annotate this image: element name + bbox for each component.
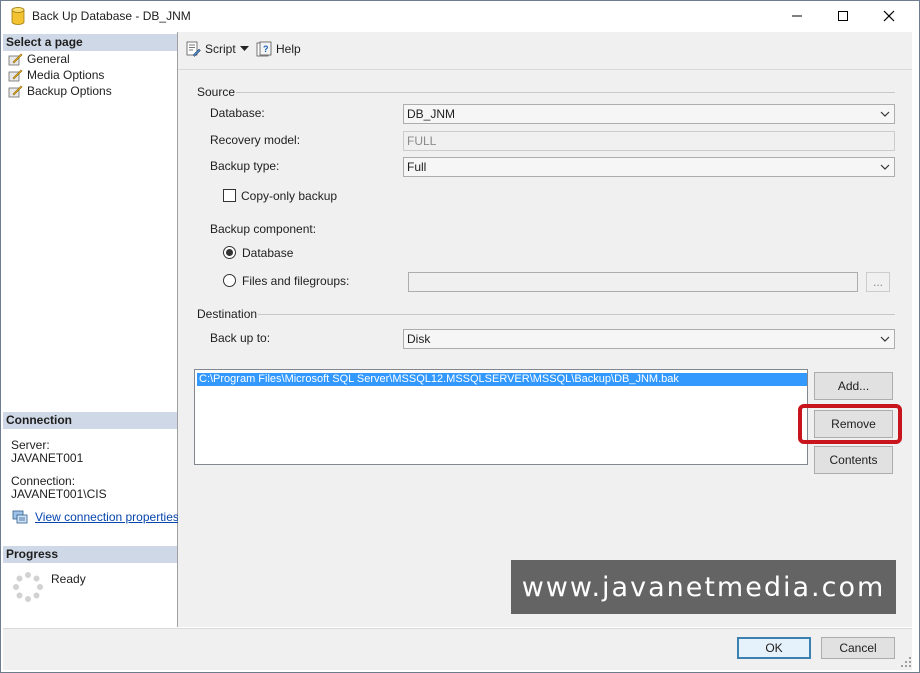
add-button[interactable]: Add... bbox=[814, 372, 893, 400]
page-item-label: Backup Options bbox=[27, 84, 112, 98]
destination-divider bbox=[258, 314, 895, 315]
component-database-radio[interactable] bbox=[223, 246, 236, 259]
component-files-label: Files and filegroups: bbox=[242, 274, 350, 288]
database-label: Database: bbox=[210, 106, 265, 120]
connection-properties-icon bbox=[12, 510, 28, 524]
server-value: JAVANET001 bbox=[11, 451, 84, 465]
destination-group-label: Destination bbox=[197, 307, 258, 321]
page-item-label: General bbox=[27, 52, 70, 66]
minimize-button[interactable] bbox=[774, 1, 820, 31]
view-connection-properties-link[interactable]: View connection properties bbox=[35, 510, 179, 524]
page-item-backup-options[interactable]: Backup Options bbox=[8, 83, 112, 99]
component-files-radio[interactable] bbox=[223, 274, 236, 287]
backup-type-select[interactable]: Full bbox=[403, 157, 895, 177]
database-value: DB_JNM bbox=[407, 107, 456, 121]
help-button[interactable]: ? Help bbox=[256, 40, 301, 58]
ok-button[interactable]: OK bbox=[737, 637, 811, 659]
filegroups-field bbox=[408, 272, 858, 292]
backup-type-label: Backup type: bbox=[210, 159, 280, 173]
script-label: Script bbox=[205, 42, 236, 56]
page-item-general[interactable]: General bbox=[8, 51, 70, 67]
destination-list[interactable]: C:\Program Files\Microsoft SQL Server\MS… bbox=[194, 369, 808, 465]
close-icon bbox=[883, 10, 895, 22]
page-icon bbox=[8, 53, 23, 65]
connection-heading: Connection bbox=[3, 412, 177, 429]
radio-selected-dot bbox=[226, 249, 233, 256]
backup-component-label: Backup component: bbox=[210, 222, 317, 236]
recovery-model-label: Recovery model: bbox=[210, 133, 301, 147]
connection-value: JAVANET001\CIS bbox=[11, 487, 107, 501]
page-icon bbox=[8, 85, 23, 97]
left-pane bbox=[3, 32, 178, 627]
connection-label: Connection: bbox=[11, 474, 76, 488]
select-page-heading: Select a page bbox=[3, 34, 177, 51]
maximize-icon bbox=[838, 11, 848, 21]
svg-text:?: ? bbox=[263, 44, 269, 54]
watermark-banner: www.javanetmedia.com bbox=[511, 560, 896, 614]
component-database-label: Database bbox=[242, 246, 294, 260]
help-icon: ? bbox=[256, 41, 272, 57]
browse-filegroups-button[interactable]: ... bbox=[866, 272, 890, 292]
progress-spinner-icon bbox=[13, 572, 43, 602]
remove-highlight-box bbox=[798, 404, 902, 444]
back-up-to-value: Disk bbox=[407, 332, 431, 346]
chevron-down-icon bbox=[880, 164, 890, 170]
page-item-label: Media Options bbox=[27, 68, 105, 82]
recovery-model-value: FULL bbox=[407, 134, 437, 148]
page-item-media-options[interactable]: Media Options bbox=[8, 67, 104, 83]
window-title: Back Up Database - DB_JNM bbox=[32, 9, 191, 23]
chevron-down-icon bbox=[880, 336, 890, 342]
script-dropdown-arrow-icon[interactable] bbox=[240, 46, 249, 52]
database-icon bbox=[11, 7, 25, 25]
script-button[interactable]: Script bbox=[185, 40, 236, 58]
source-group-label: Source bbox=[197, 85, 236, 99]
contents-button[interactable]: Contents bbox=[814, 446, 893, 474]
back-up-to-label: Back up to: bbox=[210, 331, 271, 345]
cancel-button[interactable]: Cancel bbox=[821, 637, 895, 659]
progress-heading: Progress bbox=[3, 546, 177, 563]
destination-list-item[interactable]: C:\Program Files\Microsoft SQL Server\MS… bbox=[197, 373, 807, 386]
help-label: Help bbox=[276, 42, 301, 56]
page-icon bbox=[8, 69, 23, 81]
recovery-model-field: FULL bbox=[403, 131, 895, 151]
backup-type-value: Full bbox=[407, 160, 427, 174]
maximize-button[interactable] bbox=[820, 1, 866, 31]
server-label: Server: bbox=[11, 438, 50, 452]
copy-only-checkbox[interactable] bbox=[223, 189, 236, 202]
chevron-down-icon bbox=[880, 111, 890, 117]
close-window-button[interactable] bbox=[866, 1, 912, 31]
database-select[interactable]: DB_JNM bbox=[403, 104, 895, 124]
copy-only-label: Copy-only backup bbox=[241, 189, 338, 203]
minimize-icon bbox=[792, 15, 802, 17]
resize-grip-icon[interactable] bbox=[900, 656, 912, 668]
back-up-to-select[interactable]: Disk bbox=[403, 329, 895, 349]
source-divider bbox=[236, 92, 895, 93]
progress-status: Ready bbox=[51, 572, 86, 586]
script-icon bbox=[186, 41, 201, 57]
